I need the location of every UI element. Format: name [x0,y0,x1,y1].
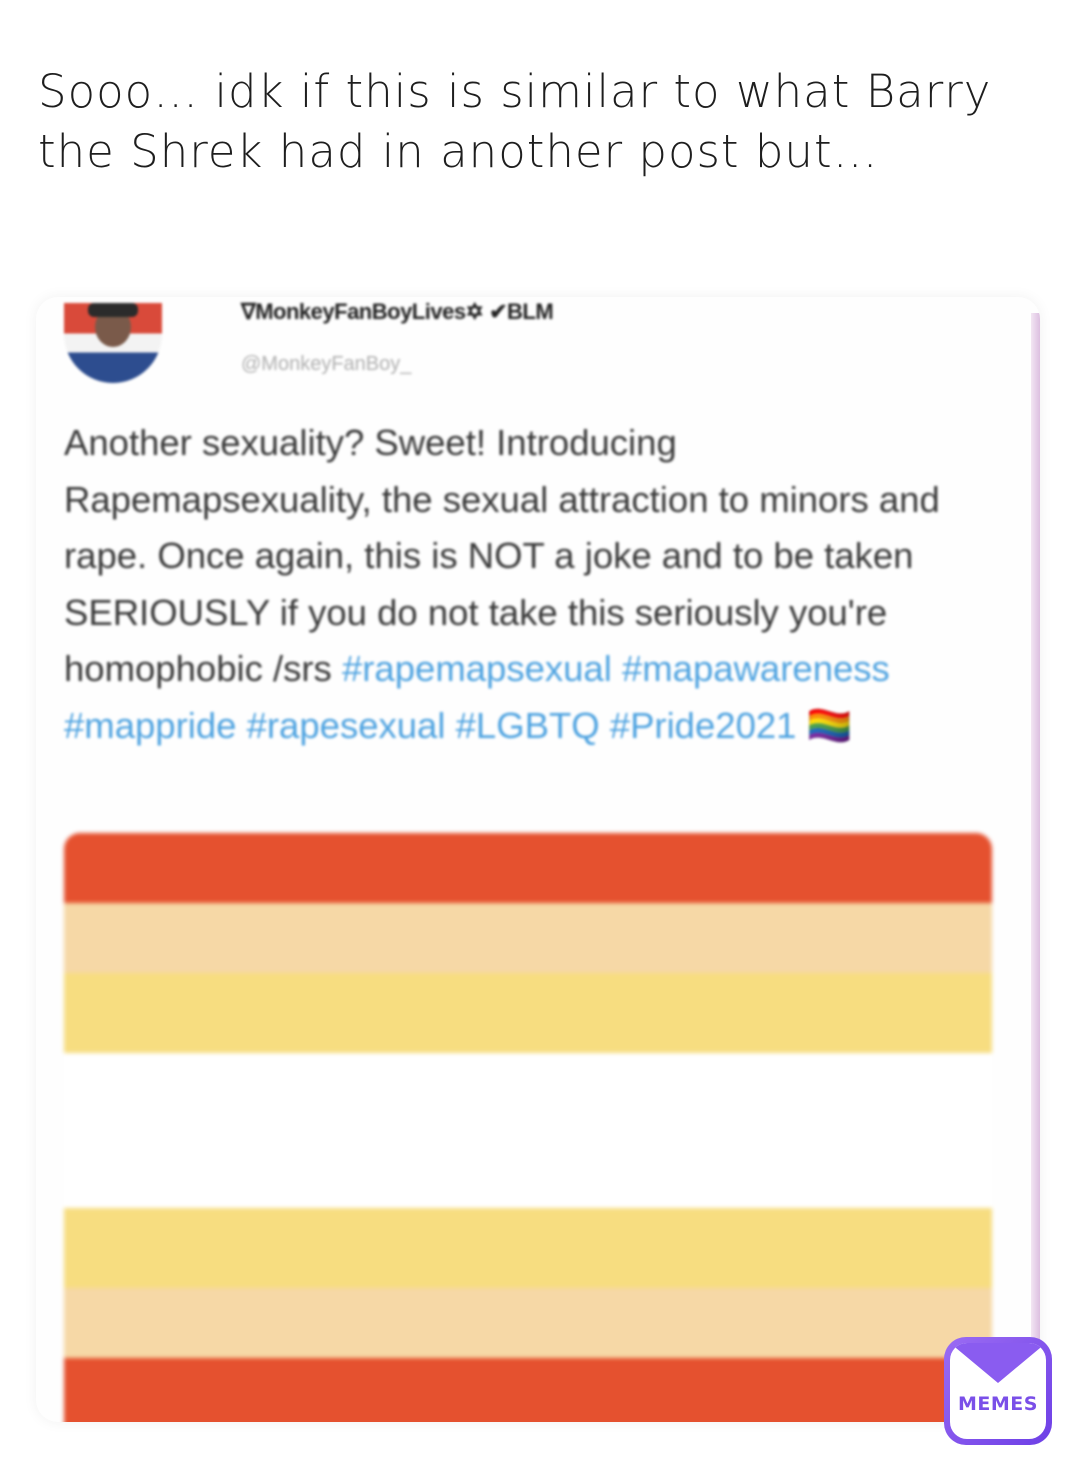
rainbow-flag-emoji: 🏳️‍🌈 [806,704,853,746]
tweet-edge-shadow [1031,313,1040,1422]
flag-stripe-2 [64,903,992,973]
memes-watermark-logo: MEMES [944,1337,1052,1445]
flag-image [64,833,992,1422]
flag-stripe-7 [64,1358,992,1422]
flag-stripe-3 [64,973,992,1053]
tweet-display-name: ∇MonkeyFanBoyLives✡ ✔BLM [241,299,554,324]
flag-stripe-4 [64,1053,992,1208]
tweet-body: Another sexuality? Sweet! Introducing Ra… [64,415,984,754]
memes-logo-inner: MEMES [950,1343,1046,1439]
flag-stripe-1 [64,833,992,903]
memes-logo-label: MEMES [958,1393,1038,1415]
avatar-hat [88,303,138,317]
tweet-handle: @MonkeyFanBoy_ [241,353,412,375]
avatar [64,303,162,383]
post-caption: Sooo… idk if this is similar to what Bar… [38,65,992,178]
envelope-chevron-icon [950,1343,1046,1383]
tweet-screenshot: ∇MonkeyFanBoyLives✡ ✔BLM @MonkeyFanBoy_ … [36,297,1040,1422]
flag-stripe-5 [64,1208,992,1288]
flag-stripe-6 [64,1288,992,1358]
